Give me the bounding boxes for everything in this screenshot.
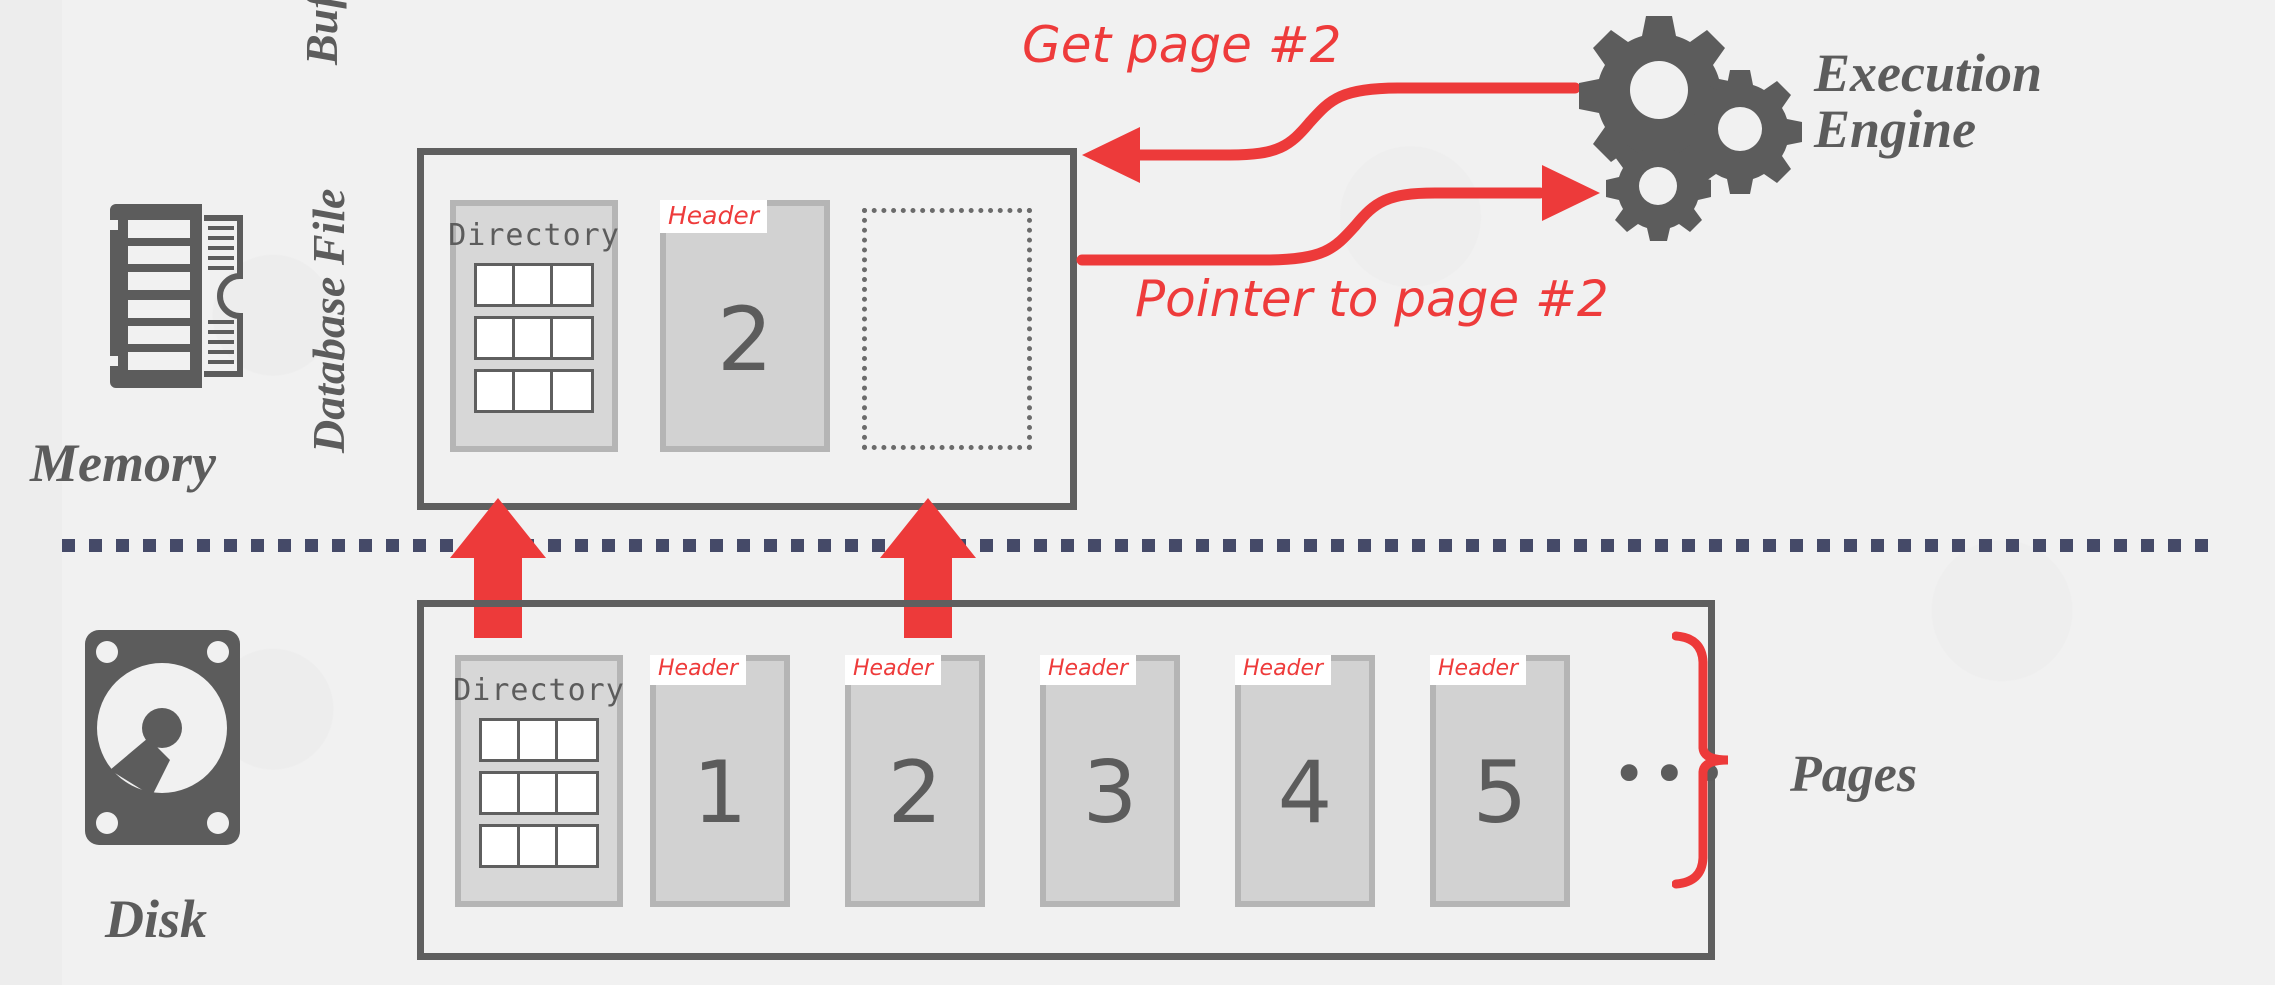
directory-cell xyxy=(558,827,596,865)
disk-label: Disk xyxy=(105,889,208,949)
page-number: 5 xyxy=(1472,743,1528,843)
page-number: 2 xyxy=(887,743,943,843)
database-page-4: Header 4 xyxy=(1235,655,1375,907)
page-header-tag: Header xyxy=(1235,655,1332,685)
page-number: 1 xyxy=(692,743,748,843)
database-file-directory: Directory xyxy=(453,655,625,907)
memory-label: Memory xyxy=(30,433,216,493)
directory-cell xyxy=(520,827,558,865)
page-header-tag: Header xyxy=(660,200,768,233)
page-number: 4 xyxy=(1277,743,1333,843)
diagram-canvas: Memory Disk Buffer Pool Directory xyxy=(0,0,2275,985)
database-page-3: Header 3 xyxy=(1040,655,1180,907)
directory-cell xyxy=(520,721,558,759)
database-page-1: Header 1 xyxy=(650,655,790,907)
hard-disk-icon xyxy=(85,630,240,850)
execution-engine-label-line2: Engine xyxy=(1814,98,1977,159)
page-header-tag: Header xyxy=(1430,655,1527,685)
database-page-5: Header 5 xyxy=(1430,655,1570,907)
page-header-tag: Header xyxy=(1040,655,1137,685)
directory-row xyxy=(479,718,599,762)
pages-label: Pages xyxy=(1790,746,1918,803)
directory-cell xyxy=(482,827,520,865)
page-header-tag: Header xyxy=(845,655,942,685)
directory-cell xyxy=(482,774,520,812)
directory-cell xyxy=(558,721,596,759)
directory-row xyxy=(479,771,599,815)
directory-cell xyxy=(482,721,520,759)
gears-icon xyxy=(1562,8,1812,263)
directory-cell xyxy=(558,774,596,812)
get-page-annotation: Get page #2 xyxy=(1022,16,1342,74)
directory-title: Directory xyxy=(453,673,625,708)
directory-row xyxy=(479,824,599,868)
execution-engine-label: Execution Engine xyxy=(1814,43,2043,159)
page-header-tag: Header xyxy=(650,655,747,685)
execution-engine-label-line1: Execution xyxy=(1814,43,2043,103)
directory-grid xyxy=(479,718,599,868)
pointer-to-page-annotation: Pointer to page #2 xyxy=(1135,270,1609,328)
page-number: 3 xyxy=(1082,743,1138,843)
pages-bracket-icon xyxy=(1671,630,1762,895)
database-page-2: Header 2 xyxy=(845,655,985,907)
directory-cell xyxy=(520,774,558,812)
